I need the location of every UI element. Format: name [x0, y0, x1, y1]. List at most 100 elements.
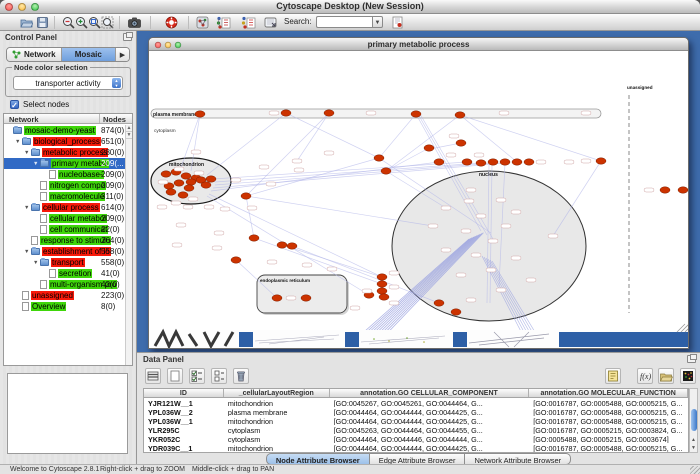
search-dropdown-icon[interactable]: ▼ — [372, 16, 383, 28]
snapshot-camera-icon[interactable] — [128, 16, 141, 29]
network-node[interactable] — [462, 159, 472, 165]
table-row[interactable]: YDR039C__1mitochondrion[GO:0044464, GO:0… — [144, 443, 688, 452]
network-node[interactable] — [281, 110, 291, 116]
network-node[interactable] — [231, 257, 241, 263]
network-canvas[interactable]: plasma membrane cytoplasm mitochondrion … — [149, 51, 688, 348]
network-node[interactable] — [512, 159, 522, 165]
tree-row[interactable]: ▼primary metabo209(... — [4, 158, 125, 169]
tree-scrollbar[interactable]: ▲ ▼ — [125, 125, 132, 365]
tree-row[interactable]: unassigned223(0) — [4, 290, 125, 301]
network-node[interactable] — [476, 160, 486, 166]
tree-row[interactable]: cellular metabol209(0) — [4, 213, 125, 224]
disclosure-triangle-icon[interactable]: ▼ — [15, 139, 22, 145]
vizmapper-icon[interactable] — [391, 16, 404, 29]
tree-col-nodes[interactable]: Nodes — [103, 115, 126, 124]
column-header[interactable]: annotation.GO MOLECULAR_FUNCTION — [529, 389, 688, 397]
formula-builder-icon[interactable]: f(x) — [637, 368, 653, 384]
tree-row[interactable]: Overview8(0) — [4, 301, 125, 312]
tree-row[interactable]: cell communicat22(0) — [4, 224, 125, 235]
network-node[interactable] — [166, 189, 176, 195]
tree-row[interactable]: ▼transport558(0) — [4, 257, 125, 268]
table-row[interactable]: YPL036W__2plasma membrane[GO:0044464, GO… — [144, 407, 688, 416]
table-row[interactable]: YKR052Ccytoplasm[GO:0044464, GO:0044446,… — [144, 434, 688, 443]
network-node[interactable] — [377, 281, 387, 287]
network-node[interactable] — [434, 159, 444, 165]
unselect-attributes-icon[interactable] — [211, 368, 227, 384]
network-node[interactable] — [161, 171, 171, 177]
network-node[interactable] — [660, 187, 670, 193]
table-scroll-down-icon[interactable]: ▼ — [690, 444, 697, 452]
network-node[interactable] — [374, 155, 384, 161]
network-node[interactable] — [377, 274, 387, 280]
open-session-icon[interactable] — [20, 16, 33, 29]
network-node[interactable] — [411, 111, 421, 117]
nucleus-region[interactable] — [392, 171, 586, 321]
table-row[interactable]: YJR121W__1mitochondrion[GO:0045267, GO:0… — [144, 398, 688, 407]
delete-attribute-trash-icon[interactable] — [233, 368, 249, 384]
disclosure-triangle-icon[interactable]: ▼ — [33, 161, 40, 167]
scrollbar-thumb[interactable] — [691, 409, 697, 431]
network-node[interactable] — [500, 159, 510, 165]
node-color-dropdown[interactable]: transporter activity ▲▼ — [13, 76, 123, 90]
network-node[interactable] — [524, 159, 534, 165]
tab-mosaic[interactable]: Mosaic — [62, 48, 117, 61]
network-view-frame[interactable]: primary metabolic process plasma membran… — [148, 37, 689, 349]
tree-row[interactable]: macromolecule311(0) — [4, 191, 125, 202]
help-lifesaver-icon[interactable] — [165, 16, 178, 29]
column-header[interactable]: ID — [144, 389, 224, 397]
tree-row[interactable]: ▼biological_process651(0) — [4, 136, 125, 147]
network-node[interactable] — [379, 294, 389, 300]
frame-title-bar[interactable]: primary metabolic process — [149, 38, 688, 51]
import-attributes-icon[interactable] — [241, 16, 254, 29]
table-row[interactable]: YLR295Ccytoplasm[GO:0045263, GO:0044464,… — [144, 425, 688, 434]
network-node[interactable] — [184, 185, 194, 191]
network-node[interactable] — [434, 300, 444, 306]
network-node[interactable] — [178, 192, 188, 198]
title-bar[interactable]: Cytoscape Desktop (New Session) — [0, 0, 700, 14]
network-node[interactable] — [377, 288, 387, 294]
save-session-icon[interactable] — [36, 16, 49, 29]
network-node[interactable] — [174, 180, 184, 186]
minimized-frames-strip[interactable] — [149, 324, 688, 348]
disclosure-triangle-icon[interactable]: ▼ — [24, 205, 31, 211]
network-node[interactable] — [678, 187, 688, 193]
network-node[interactable] — [272, 295, 282, 301]
search-input[interactable] — [316, 16, 372, 28]
tree-row[interactable]: nucleobase-209(0) — [4, 169, 125, 180]
network-node[interactable] — [195, 111, 205, 117]
tree-row[interactable]: secretion41(0) — [4, 268, 125, 279]
tree-row[interactable]: ▼metabolic process280(0) — [4, 147, 125, 158]
import-table-icon[interactable] — [264, 16, 277, 29]
network-node[interactable] — [381, 168, 391, 174]
network-node[interactable] — [301, 295, 311, 301]
new-attribute-icon[interactable] — [167, 368, 183, 384]
network-node[interactable] — [201, 182, 211, 188]
attribute-checklist-icon[interactable] — [189, 368, 205, 384]
minimized-frame-2[interactable] — [345, 332, 359, 347]
scroll-down-icon[interactable]: ▼ — [126, 132, 132, 139]
network-node[interactable] — [206, 176, 216, 182]
tree-col-network[interactable]: Network — [9, 115, 39, 124]
zoom-in-icon[interactable] — [75, 16, 88, 29]
zoom-selected-icon[interactable] — [88, 16, 101, 29]
minimized-frame-1[interactable] — [239, 332, 253, 347]
network-node[interactable] — [249, 235, 259, 241]
network-node[interactable] — [324, 110, 334, 116]
data-panel-float-icon[interactable] — [687, 355, 696, 363]
network-node[interactable] — [456, 140, 466, 146]
scroll-up-icon[interactable]: ▲ — [126, 125, 132, 132]
disclosure-triangle-icon[interactable]: ▼ — [24, 150, 31, 156]
column-header[interactable]: _cellularLayoutRegion — [224, 389, 330, 397]
network-node[interactable] — [186, 179, 196, 185]
network-node[interactable] — [287, 243, 297, 249]
tree-row[interactable]: ▼establishment of lo558(0) — [4, 246, 125, 257]
column-header[interactable]: annotation.GO CELLULAR_COMPONENT — [330, 389, 530, 397]
ontology-wizard-icon[interactable] — [196, 16, 209, 29]
network-node[interactable] — [451, 309, 461, 315]
select-nodes-checkbox[interactable]: ✓ — [10, 100, 19, 109]
tabs-overflow-icon[interactable]: ▶ — [116, 48, 129, 61]
table-row[interactable]: YPL036W__1mitochondrion[GO:0044464, GO:0… — [144, 416, 688, 425]
network-node[interactable] — [241, 193, 251, 199]
network-node[interactable] — [424, 145, 434, 151]
zoom-out-icon[interactable] — [62, 16, 75, 29]
